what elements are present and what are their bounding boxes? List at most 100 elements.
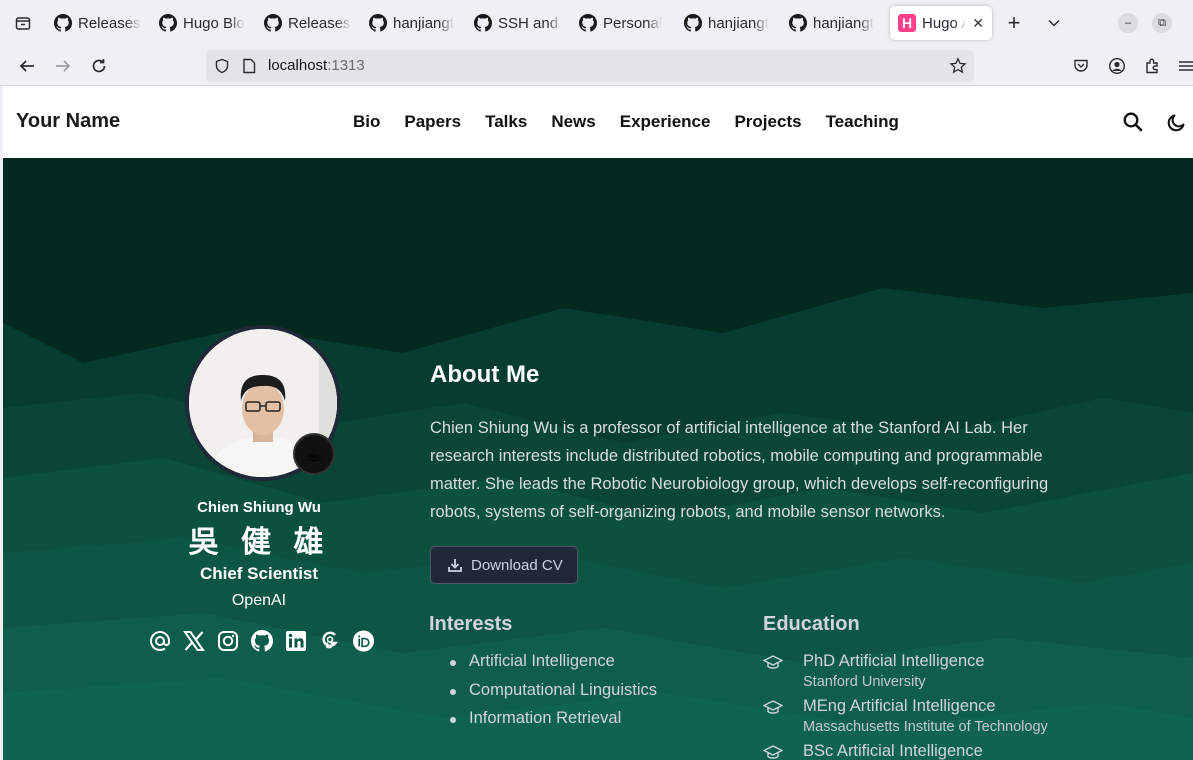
forward-button[interactable]: [51, 54, 75, 78]
hugo-icon: H: [898, 14, 916, 32]
minimize-icon: –: [1124, 17, 1132, 29]
education-item: MEng Artificial Intelligence Massachusett…: [763, 697, 1048, 742]
hero-section: ☕ Chien Shiung Wu 吳 健 雄 Chief Scientist …: [3, 158, 1193, 760]
social-links: [148, 629, 375, 652]
github-icon: [264, 14, 282, 32]
browser-tab[interactable]: SSH and G: [466, 6, 571, 40]
profile-organization[interactable]: OpenAI: [159, 592, 359, 610]
interest-item: Artificial Intelligence: [450, 652, 657, 681]
browser-tab[interactable]: Releases: [256, 6, 361, 40]
account-icon: [1108, 57, 1126, 75]
interest-item: Information Retrieval: [450, 709, 657, 738]
at-icon[interactable]: [148, 629, 171, 652]
interests-list: Artificial Intelligence Computational Lin…: [450, 652, 657, 738]
nav-link-projects[interactable]: Projects: [734, 112, 801, 132]
education-degree: PhD Artificial Intelligence: [803, 652, 985, 670]
graduation-cap-icon: [763, 745, 783, 759]
download-cv-button[interactable]: Download CV: [430, 546, 578, 584]
url-text: localhost:1313: [268, 57, 365, 74]
browser-tab[interactable]: H Hugo A ✕: [890, 6, 992, 40]
orcid-icon[interactable]: [352, 629, 375, 652]
nav-link-papers[interactable]: Papers: [404, 112, 461, 132]
reload-icon: [92, 59, 106, 73]
instagram-icon[interactable]: [216, 629, 239, 652]
education-degree: MEng Artificial Intelligence: [803, 697, 996, 715]
graduation-cap-icon: [763, 700, 783, 714]
url-port: :1313: [327, 57, 365, 74]
education-item: PhD Artificial Intelligence Stanford Univ…: [763, 652, 1048, 697]
minimize-button[interactable]: –: [1118, 13, 1138, 33]
close-tab-icon[interactable]: ✕: [972, 15, 984, 32]
tab-overview-icon: [15, 17, 31, 30]
interests-title: Interests: [429, 613, 513, 635]
about-text: Chien Shiung Wu is a professor of artifi…: [430, 419, 1049, 521]
site-brand[interactable]: Your Name: [16, 110, 120, 133]
bookmark-star-icon[interactable]: [949, 57, 967, 75]
github-icon: [54, 14, 72, 32]
education-degree: BSc Artificial Intelligence: [803, 742, 983, 760]
shield-icon[interactable]: [214, 58, 230, 74]
github-icon: [369, 14, 387, 32]
tab-label: Hugo Blo: [183, 14, 245, 32]
browser-tab-bar: Releases Hugo Blo Releases hanjiangt SSH and…: [0, 0, 1193, 46]
browser-tab[interactable]: hanjiangt: [361, 6, 466, 40]
nav-link-talks[interactable]: Talks: [485, 112, 527, 132]
tab-label: hanjiangt: [708, 14, 769, 32]
profile-name: Chien Shiung Wu: [197, 499, 321, 516]
nav-link-bio[interactable]: Bio: [353, 112, 380, 132]
tab-label: SSH and G: [498, 14, 563, 32]
dark-mode-toggle-icon[interactable]: [1166, 111, 1188, 133]
url-host: localhost: [268, 57, 328, 74]
education-institution: Massachusetts Institute of Technology: [803, 719, 1048, 735]
list-all-tabs-button[interactable]: [1034, 6, 1074, 40]
google-scholar-icon[interactable]: [318, 629, 341, 652]
nav-link-teaching[interactable]: Teaching: [826, 112, 899, 132]
tab-label: Hugo A: [922, 14, 967, 32]
pocket-button[interactable]: [1069, 54, 1093, 78]
hamburger-icon: [1179, 61, 1193, 71]
restore-button[interactable]: ⧉: [1152, 13, 1172, 33]
account-button[interactable]: [1105, 54, 1129, 78]
tab-label: Releases: [78, 14, 141, 32]
browser-tab[interactable]: Personal: [571, 6, 676, 40]
download-icon: [448, 559, 462, 572]
extensions-button[interactable]: [1141, 54, 1165, 78]
github-icon: [474, 14, 492, 32]
linkedin-icon[interactable]: [284, 629, 307, 652]
page-viewport: Your Name Bio Papers Talks News Experience Pr…: [3, 86, 1193, 760]
page-icon: [243, 58, 256, 74]
education-institution: Stanford University: [803, 674, 926, 690]
tab-label: hanjiangt: [813, 14, 874, 32]
browser-tab[interactable]: hanjiangt: [781, 6, 886, 40]
new-tab-button[interactable]: +: [994, 6, 1034, 40]
tab-label: Personal: [603, 14, 663, 32]
graduation-cap-icon: [763, 655, 783, 669]
app-menu-button[interactable]: [1177, 54, 1193, 78]
browser-tab[interactable]: Hugo Blo: [151, 6, 256, 40]
back-button[interactable]: [15, 54, 39, 78]
profile-name-chinese: 吳 健 雄: [188, 525, 330, 560]
github-icon: [684, 14, 702, 32]
url-bar[interactable]: localhost:1313: [206, 50, 974, 82]
nav-link-experience[interactable]: Experience: [620, 112, 711, 132]
coffee-icon: ☕: [305, 443, 323, 466]
plus-icon: +: [1007, 10, 1021, 35]
pocket-icon: [1074, 59, 1088, 72]
browser-tab[interactable]: Releases: [46, 6, 151, 40]
tab-label: hanjiangt: [393, 14, 454, 32]
education-list: PhD Artificial Intelligence Stanford Univ…: [763, 652, 1048, 760]
arrow-right-icon: [56, 60, 71, 72]
profile-role: Chief Scientist: [199, 564, 319, 583]
nav-link-news[interactable]: News: [551, 112, 595, 132]
about-title: About Me: [430, 361, 540, 388]
x-icon[interactable]: [182, 629, 205, 652]
github-icon: [159, 14, 177, 32]
github-icon: [579, 14, 597, 32]
reload-button[interactable]: [87, 54, 111, 78]
search-icon[interactable]: [1122, 111, 1144, 133]
puzzle-icon: [1146, 58, 1158, 74]
github-icon[interactable]: [250, 629, 273, 652]
github-icon: [789, 14, 807, 32]
browser-tab[interactable]: hanjiangt: [676, 6, 781, 40]
tab-overview-button[interactable]: [0, 0, 46, 46]
